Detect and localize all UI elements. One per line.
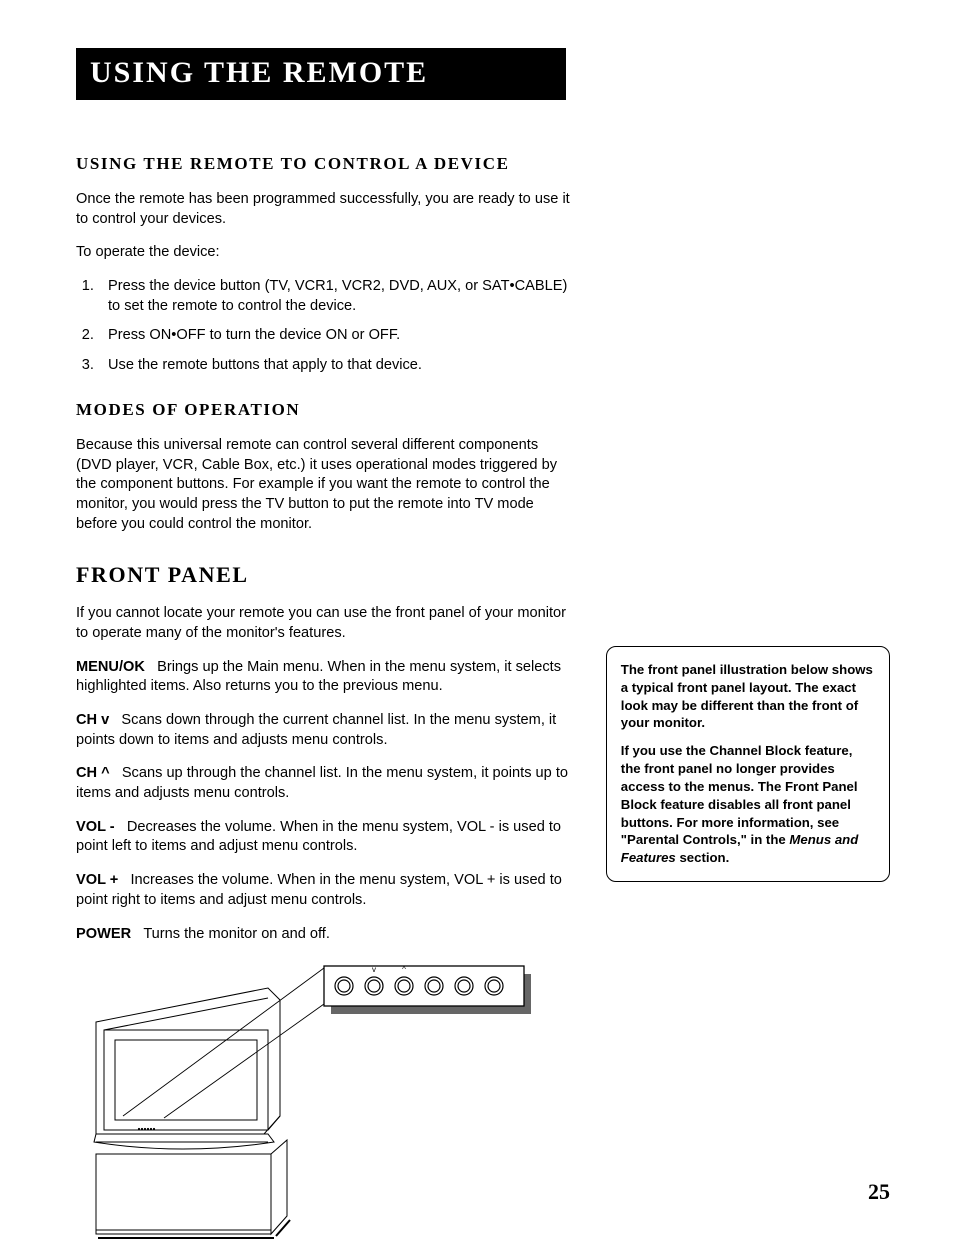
def-term: CH ^ <box>76 765 110 781</box>
def-desc: Brings up the Main menu. When in the men… <box>76 659 561 695</box>
sidenote-p2-b: section. <box>676 850 730 865</box>
section1-p2: To operate the device: <box>76 243 576 263</box>
page-title: Using the Remote <box>90 56 548 90</box>
def-desc: Scans up through the channel list. In th… <box>76 765 568 801</box>
def-term: MENU/OK <box>76 659 145 675</box>
main-text-column: Using the remote to control a device Onc… <box>76 130 576 1258</box>
def-desc: Turns the monitor on and off. <box>143 926 330 942</box>
front-panel-illustration: v ^ <box>76 958 536 1258</box>
page-title-bar: Using the Remote <box>76 48 566 100</box>
sidenote-p1: The front panel illustration below shows… <box>621 661 875 732</box>
section1-p1: Once the remote has been programmed succ… <box>76 190 576 229</box>
section2-p1: Because this universal remote can contro… <box>76 436 576 534</box>
section3-heading: Front Panel <box>76 562 576 588</box>
section3-p1: If you cannot locate your remote you can… <box>76 604 576 643</box>
def-item: CH ^ Scans up through the channel list. … <box>76 764 576 803</box>
def-item: VOL - Decreases the volume. When in the … <box>76 818 576 857</box>
section1-steps: Press the device button (TV, VCR1, VCR2,… <box>76 277 576 376</box>
step-item: Press the device button (TV, VCR1, VCR2,… <box>98 277 576 316</box>
def-term: VOL + <box>76 872 118 888</box>
step-item: Press ON•OFF to turn the device ON or OF… <box>98 326 576 346</box>
def-desc: Scans down through the current channel l… <box>76 712 556 748</box>
def-term: CH v <box>76 712 109 728</box>
def-desc: Increases the volume. When in the menu s… <box>76 872 562 908</box>
def-item: CH v Scans down through the current chan… <box>76 711 576 750</box>
page: Using the Remote Using the remote to con… <box>0 0 954 1235</box>
def-term: VOL - <box>76 819 115 835</box>
label-ch-down: v <box>372 965 376 974</box>
label-ch-up: ^ <box>402 965 406 974</box>
section2-heading: Modes of Operation <box>76 400 576 420</box>
sidenote-p2: If you use the Channel Block feature, th… <box>621 742 875 867</box>
sidebar-column: The front panel illustration below shows… <box>606 646 890 1258</box>
step-item: Use the remote buttons that apply to tha… <box>98 356 576 376</box>
def-desc: Decreases the volume. When in the menu s… <box>76 819 561 855</box>
def-item: MENU/OK Brings up the Main menu. When in… <box>76 658 576 697</box>
def-term: POWER <box>76 926 131 942</box>
content-columns: Using the remote to control a device Onc… <box>76 130 890 1258</box>
section1-heading: Using the remote to control a device <box>76 154 576 174</box>
def-item: POWER Turns the monitor on and off. <box>76 925 576 945</box>
side-note-box: The front panel illustration below shows… <box>606 646 890 882</box>
page-number: 25 <box>868 1179 890 1205</box>
def-item: VOL + Increases the volume. When in the … <box>76 871 576 910</box>
